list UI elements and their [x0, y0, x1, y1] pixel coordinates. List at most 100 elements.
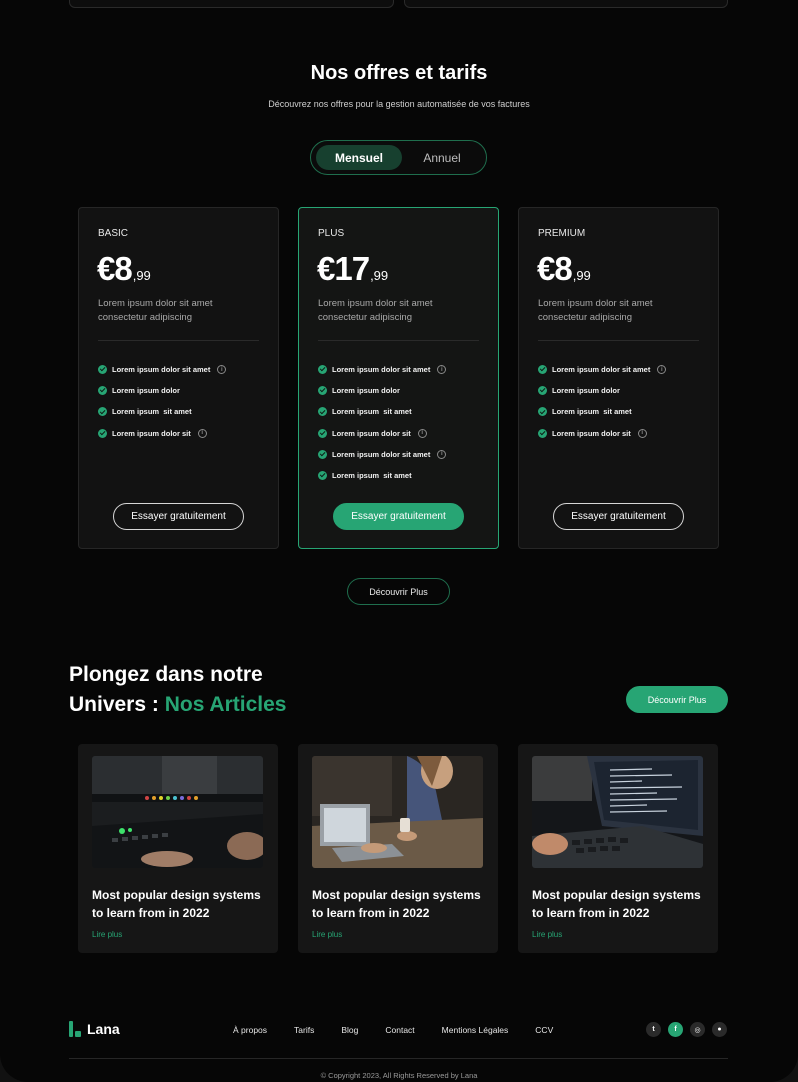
check-icon — [98, 365, 107, 375]
feature-item: Lorem ipsum dolor sit amet i — [538, 359, 667, 380]
check-icon — [318, 471, 327, 481]
info-icon[interactable]: i — [217, 365, 227, 375]
discover-more-plans-button[interactable]: Découvrir Plus — [347, 578, 450, 605]
previous-section-card — [404, 0, 728, 8]
read-more-link[interactable]: Lire plus — [532, 930, 562, 939]
feature-text: Lorem ipsum dolor sit amet — [332, 449, 431, 459]
feature-text: Lorem ipsum sit amet — [112, 407, 192, 417]
info-icon[interactable]: i — [637, 428, 647, 438]
read-more-link[interactable]: Lire plus — [312, 930, 342, 939]
check-icon — [98, 428, 107, 438]
feature-item: Lorem ipsum dolor sit i — [538, 423, 666, 444]
footer-link-pricing[interactable]: Tarifs — [294, 1025, 314, 1035]
feature-item: Lorem ipsum sit amet — [318, 401, 446, 422]
plan-description: Lorem ipsum dolor sit amet consectetur a… — [318, 298, 433, 323]
feature-list: Lorem ipsum dolor sit amet i Lorem ipsum … — [318, 359, 447, 486]
plan-price: €17,99 — [317, 250, 388, 288]
footer-link-legal[interactable]: Mentions Légales — [442, 1025, 509, 1035]
feature-item: Lorem ipsum dolor sit i — [318, 423, 446, 444]
price-cents: ,99 — [132, 268, 151, 283]
info-icon[interactable]: i — [197, 428, 207, 438]
footer-link-blog[interactable]: Blog — [341, 1025, 358, 1035]
article-card[interactable]: Most popular design systems to learn fro… — [518, 744, 718, 953]
feature-item: Lorem ipsum dolor sit amet i — [318, 359, 447, 380]
plan-price: €8,99 — [97, 250, 151, 288]
billing-toggle: Mensuel Annuel — [310, 140, 487, 175]
feature-text: Lorem ipsum sit amet — [552, 407, 632, 417]
footer-link-ccv[interactable]: CCV — [535, 1025, 553, 1035]
try-free-button[interactable]: Essayer gratuitement — [333, 503, 464, 530]
copyright-text: © Copyright 2023, All Rights Reserved by… — [320, 1071, 478, 1080]
check-icon — [98, 386, 107, 396]
feature-text: Lorem ipsum dolor sit amet — [112, 365, 211, 375]
articles-title-accent: Nos Articles — [164, 693, 287, 716]
price-main: €8 — [537, 250, 573, 287]
footer-link-about[interactable]: À propos — [233, 1025, 267, 1035]
price-main: €17 — [317, 250, 370, 287]
twitter-icon[interactable]: t — [646, 1022, 661, 1037]
feature-text: Lorem ipsum dolor sit — [332, 428, 411, 438]
price-cents: ,99 — [572, 268, 591, 283]
divider — [318, 340, 479, 341]
feature-text: Lorem ipsum dolor — [552, 386, 620, 396]
feature-text: Lorem ipsum dolor — [112, 386, 180, 396]
check-icon — [538, 386, 547, 396]
check-icon — [538, 365, 547, 375]
plan-price: €8,99 — [537, 250, 591, 288]
feature-text: Lorem ipsum dolor sit amet — [332, 365, 431, 375]
check-icon — [538, 428, 547, 438]
article-title[interactable]: Most popular design systems to learn fro… — [92, 887, 272, 922]
price-main: €8 — [97, 250, 133, 287]
instagram-icon[interactable]: ◎ — [690, 1022, 705, 1037]
discover-more-articles-button[interactable]: Découvrir Plus — [626, 686, 728, 713]
info-icon[interactable]: i — [437, 365, 447, 375]
articles-title: Plongez dans notre Univers : Nos Article… — [69, 660, 286, 720]
plan-name: PLUS — [318, 228, 345, 239]
pricing-title: Nos offres et tarifs — [310, 62, 488, 84]
audio-mixing-console-photo — [92, 756, 263, 868]
plan-card-premium: PREMIUM €8,99 Lorem ipsum dolor sit amet… — [518, 207, 719, 549]
articles-title-prefix: Univers : — [69, 693, 165, 716]
footer-logo[interactable]: Lana — [69, 1021, 120, 1037]
feature-text: Lorem ipsum dolor — [332, 386, 400, 396]
try-free-button[interactable]: Essayer gratuitement — [113, 503, 244, 530]
plan-card-basic: BASIC €8,99 Lorem ipsum dolor sit amet c… — [78, 207, 279, 549]
plan-name: BASIC — [98, 228, 129, 239]
info-icon[interactable]: i — [657, 365, 667, 375]
feature-list: Lorem ipsum dolor sit amet i Lorem ipsum … — [98, 359, 227, 444]
feature-item: Lorem ipsum dolor — [538, 380, 666, 401]
page: Nos offres et tarifs Découvrez nos offre… — [0, 0, 798, 1082]
feature-item: Lorem ipsum dolor sit i — [98, 423, 226, 444]
facebook-icon[interactable]: f — [668, 1022, 683, 1037]
feature-text: Lorem ipsum dolor sit amet — [552, 365, 651, 375]
previous-section-card — [69, 0, 394, 8]
check-icon — [318, 365, 327, 375]
plan-description: Lorem ipsum dolor sit amet consectetur a… — [538, 298, 653, 323]
try-free-button[interactable]: Essayer gratuitement — [553, 503, 684, 530]
feature-item: Lorem ipsum sit amet — [318, 465, 446, 486]
footer-nav: À propos Tarifs Blog Contact Mentions Lé… — [233, 1025, 580, 1035]
woman-typing-on-laptop-photo — [312, 756, 483, 868]
check-icon — [318, 386, 327, 396]
info-icon[interactable]: i — [437, 449, 447, 459]
info-icon[interactable]: i — [417, 428, 427, 438]
article-card[interactable]: Most popular design systems to learn fro… — [78, 744, 278, 953]
code-on-laptop-photo — [532, 756, 703, 868]
check-icon — [538, 407, 547, 417]
feature-text: Lorem ipsum dolor sit — [112, 428, 191, 438]
plan-description: Lorem ipsum dolor sit amet consectetur a… — [98, 298, 213, 323]
toggle-yearly[interactable]: Annuel — [399, 145, 485, 170]
read-more-link[interactable]: Lire plus — [92, 930, 122, 939]
article-title[interactable]: Most popular design systems to learn fro… — [532, 887, 712, 922]
footer-link-contact[interactable]: Contact — [385, 1025, 414, 1035]
github-icon[interactable]: ● — [712, 1022, 727, 1037]
article-card[interactable]: Most popular design systems to learn fro… — [298, 744, 498, 953]
article-title[interactable]: Most popular design systems to learn fro… — [312, 887, 492, 922]
feature-item: Lorem ipsum sit amet — [538, 401, 666, 422]
price-cents: ,99 — [370, 268, 389, 283]
feature-item: Lorem ipsum sit amet — [98, 401, 226, 422]
lana-logo-icon — [69, 1021, 82, 1037]
plan-name: PREMIUM — [538, 228, 586, 239]
toggle-monthly[interactable]: Mensuel — [316, 145, 402, 170]
divider — [98, 340, 259, 341]
